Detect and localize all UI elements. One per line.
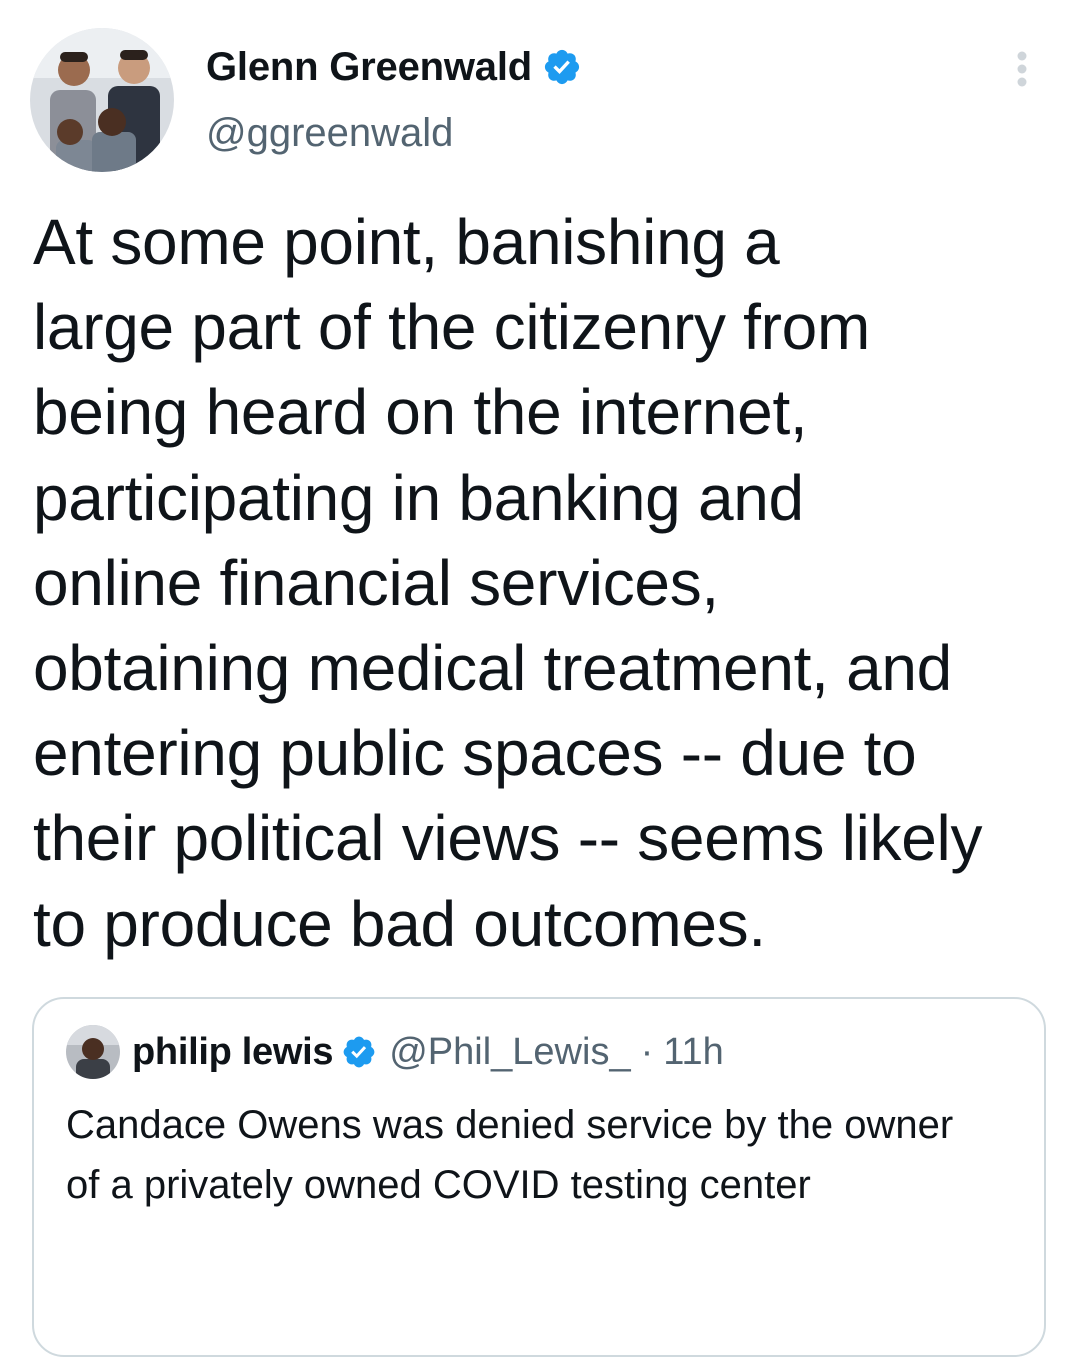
more-vertical-icon[interactable]	[1004, 46, 1040, 92]
quoted-tweet-text: Candace Owens was denied service by the …	[66, 1103, 954, 1207]
quoted-tweet-header: philip lewis @Phil_Lewis_ · 11h	[66, 1025, 724, 1079]
quoted-author-avatar-icon	[66, 1025, 120, 1079]
quoted-author-handle: @Phil_Lewis_	[389, 1030, 631, 1073]
quoted-verified-badge-icon	[343, 1036, 375, 1068]
author-handle[interactable]: @ggreenwald	[206, 110, 453, 156]
author-avatar[interactable]	[30, 28, 174, 172]
quoted-tweet-card[interactable]: philip lewis @Phil_Lewis_ · 11h Candace …	[32, 997, 1046, 1357]
quoted-author-name: philip lewis	[132, 1030, 334, 1073]
quoted-timestamp: 11h	[663, 1030, 724, 1073]
verified-badge-icon	[544, 49, 580, 85]
author-name-row[interactable]: Glenn Greenwald	[206, 42, 582, 92]
author-name: Glenn Greenwald	[206, 45, 532, 89]
quoted-author-avatar	[66, 1025, 120, 1079]
profile-photo-group	[30, 28, 174, 172]
quoted-separator: ·	[640, 1030, 654, 1073]
tweet-text: At some point, banishing a large part of…	[33, 206, 983, 960]
